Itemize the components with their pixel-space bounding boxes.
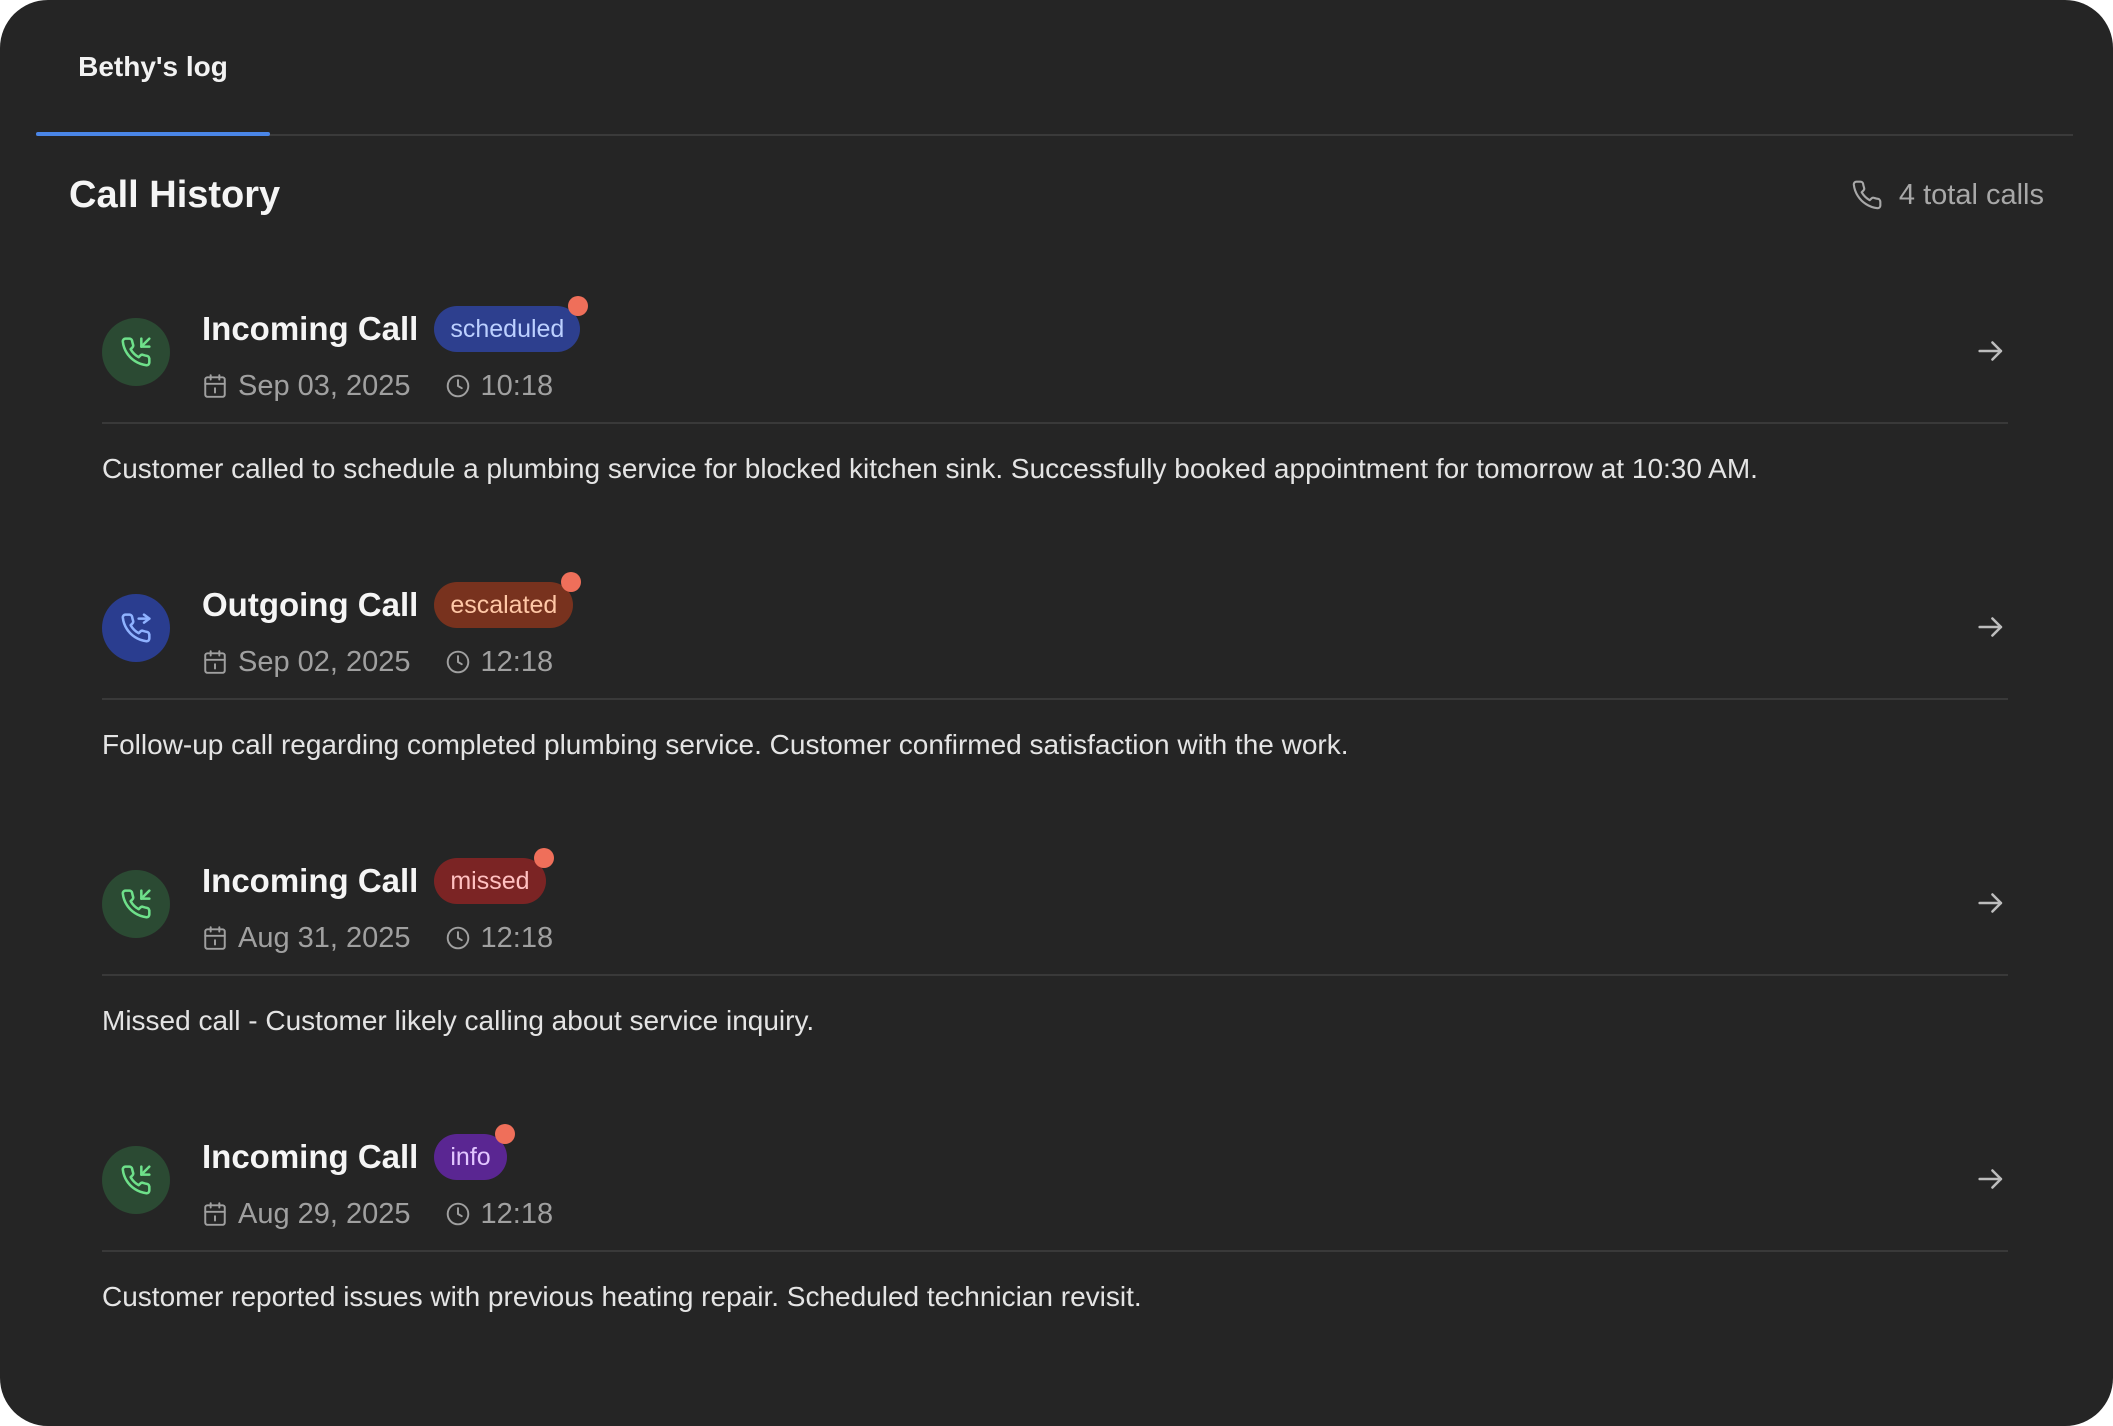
- call-type: Incoming Call: [202, 1138, 419, 1175]
- call-time: 10:18: [445, 369, 554, 403]
- call-date: Sep 03, 2025: [202, 370, 411, 403]
- call-date-text: Sep 03, 2025: [238, 369, 411, 402]
- call-description: Customer reported issues with previous h…: [102, 1281, 1142, 1312]
- call-history-header: Call History 4 total calls: [69, 160, 2044, 230]
- calendar-icon: [204, 1202, 226, 1226]
- call-direction-avatar: [102, 594, 170, 662]
- status-badge-label: missed: [450, 867, 530, 895]
- call-entry: Incoming Call scheduled Sep 03, 2025 10:…: [102, 276, 2008, 552]
- call-date: Sep 02, 2025: [202, 646, 411, 679]
- phone-incoming-icon: [121, 1165, 151, 1195]
- arrow-right-icon[interactable]: [1974, 1162, 2008, 1196]
- call-entry-header[interactable]: Incoming Call scheduled Sep 03, 2025 10:…: [102, 276, 2008, 424]
- notification-dot: [494, 1124, 515, 1144]
- calendar-icon: [204, 650, 226, 674]
- call-entry-header[interactable]: Incoming Call info Aug 29, 2025 12:18: [102, 1104, 2008, 1252]
- call-entry: Outgoing Call escalated Sep 02, 2025 12:…: [102, 552, 2008, 828]
- call-info: Incoming Call scheduled Sep 03, 2025 10:…: [202, 296, 589, 406]
- call-history-panel: Bethy's log Call History 4 total calls I…: [0, 0, 2113, 1426]
- phone-outgoing-icon: [121, 613, 151, 643]
- call-date-text: Aug 31, 2025: [238, 921, 411, 954]
- notification-dot: [568, 296, 589, 316]
- call-time-text: 10:18: [480, 369, 554, 402]
- call-description: Follow-up call regarding completed plumb…: [102, 729, 1349, 760]
- calendar-icon: [204, 926, 226, 950]
- clock-icon: [446, 926, 469, 950]
- call-info: Outgoing Call escalated Sep 02, 2025 12:…: [202, 572, 587, 682]
- call-list: Incoming Call scheduled Sep 03, 2025 10:…: [102, 276, 2008, 1380]
- call-entry-header[interactable]: Outgoing Call escalated Sep 02, 2025 12:…: [102, 552, 2008, 700]
- call-info: Incoming Call info Aug 29, 2025 12:18: [202, 1124, 587, 1234]
- clock-icon: [446, 650, 469, 674]
- tab-bethys-log[interactable]: Bethy's log: [36, 0, 270, 136]
- call-time-text: 12:18: [480, 645, 554, 678]
- call-date-text: Sep 02, 2025: [238, 645, 411, 678]
- status-badge-label: escalated: [450, 591, 558, 619]
- status-badge-label: scheduled: [450, 315, 565, 343]
- call-date: Aug 31, 2025: [202, 922, 411, 955]
- clock-icon: [446, 1202, 469, 1226]
- call-direction-avatar: [102, 318, 170, 386]
- calendar-icon: [204, 374, 226, 398]
- call-entry-header[interactable]: Incoming Call missed Aug 31, 2025 12:18: [102, 828, 2008, 976]
- call-direction-avatar: [102, 870, 170, 938]
- call-date: Aug 29, 2025: [202, 1198, 411, 1231]
- call-time-text: 12:18: [480, 921, 554, 954]
- arrow-right-icon[interactable]: [1974, 610, 2008, 644]
- call-direction-avatar: [102, 1146, 170, 1214]
- total-calls-count: 4 total calls: [1898, 178, 2044, 211]
- clock-icon: [446, 374, 469, 398]
- arrow-right-icon[interactable]: [1974, 334, 2008, 368]
- notification-dot: [533, 848, 554, 868]
- total-calls-summary: 4 total calls: [1851, 179, 2044, 212]
- tab-bar: Bethy's log: [36, 0, 2073, 136]
- status-badge-label: info: [450, 1143, 491, 1171]
- phone-incoming-icon: [121, 889, 151, 919]
- call-date-text: Aug 29, 2025: [238, 1197, 411, 1230]
- call-type: Outgoing Call: [202, 586, 419, 623]
- call-type: Incoming Call: [202, 862, 419, 899]
- call-type: Incoming Call: [202, 310, 419, 347]
- arrow-right-icon[interactable]: [1974, 886, 2008, 920]
- call-time-text: 12:18: [480, 1197, 554, 1230]
- status-badge: missed: [434, 848, 554, 904]
- call-info: Incoming Call missed Aug 31, 2025 12:18: [202, 848, 587, 958]
- call-description: Missed call - Customer likely calling ab…: [102, 1005, 815, 1036]
- status-badge: scheduled: [434, 296, 589, 352]
- call-entry: Incoming Call info Aug 29, 2025 12:18 Cu…: [102, 1104, 2008, 1380]
- call-description: Customer called to schedule a plumbing s…: [102, 453, 1758, 484]
- notification-dot: [561, 572, 582, 592]
- call-time: 12:18: [445, 1197, 554, 1231]
- status-badge: info: [434, 1124, 515, 1180]
- call-time: 12:18: [445, 921, 554, 955]
- phone-icon: [1852, 180, 1882, 210]
- status-badge: escalated: [434, 572, 582, 628]
- page-title: Call History: [69, 173, 281, 216]
- call-entry: Incoming Call missed Aug 31, 2025 12:18 …: [102, 828, 2008, 1104]
- phone-incoming-icon: [121, 337, 151, 367]
- call-time: 12:18: [445, 645, 554, 679]
